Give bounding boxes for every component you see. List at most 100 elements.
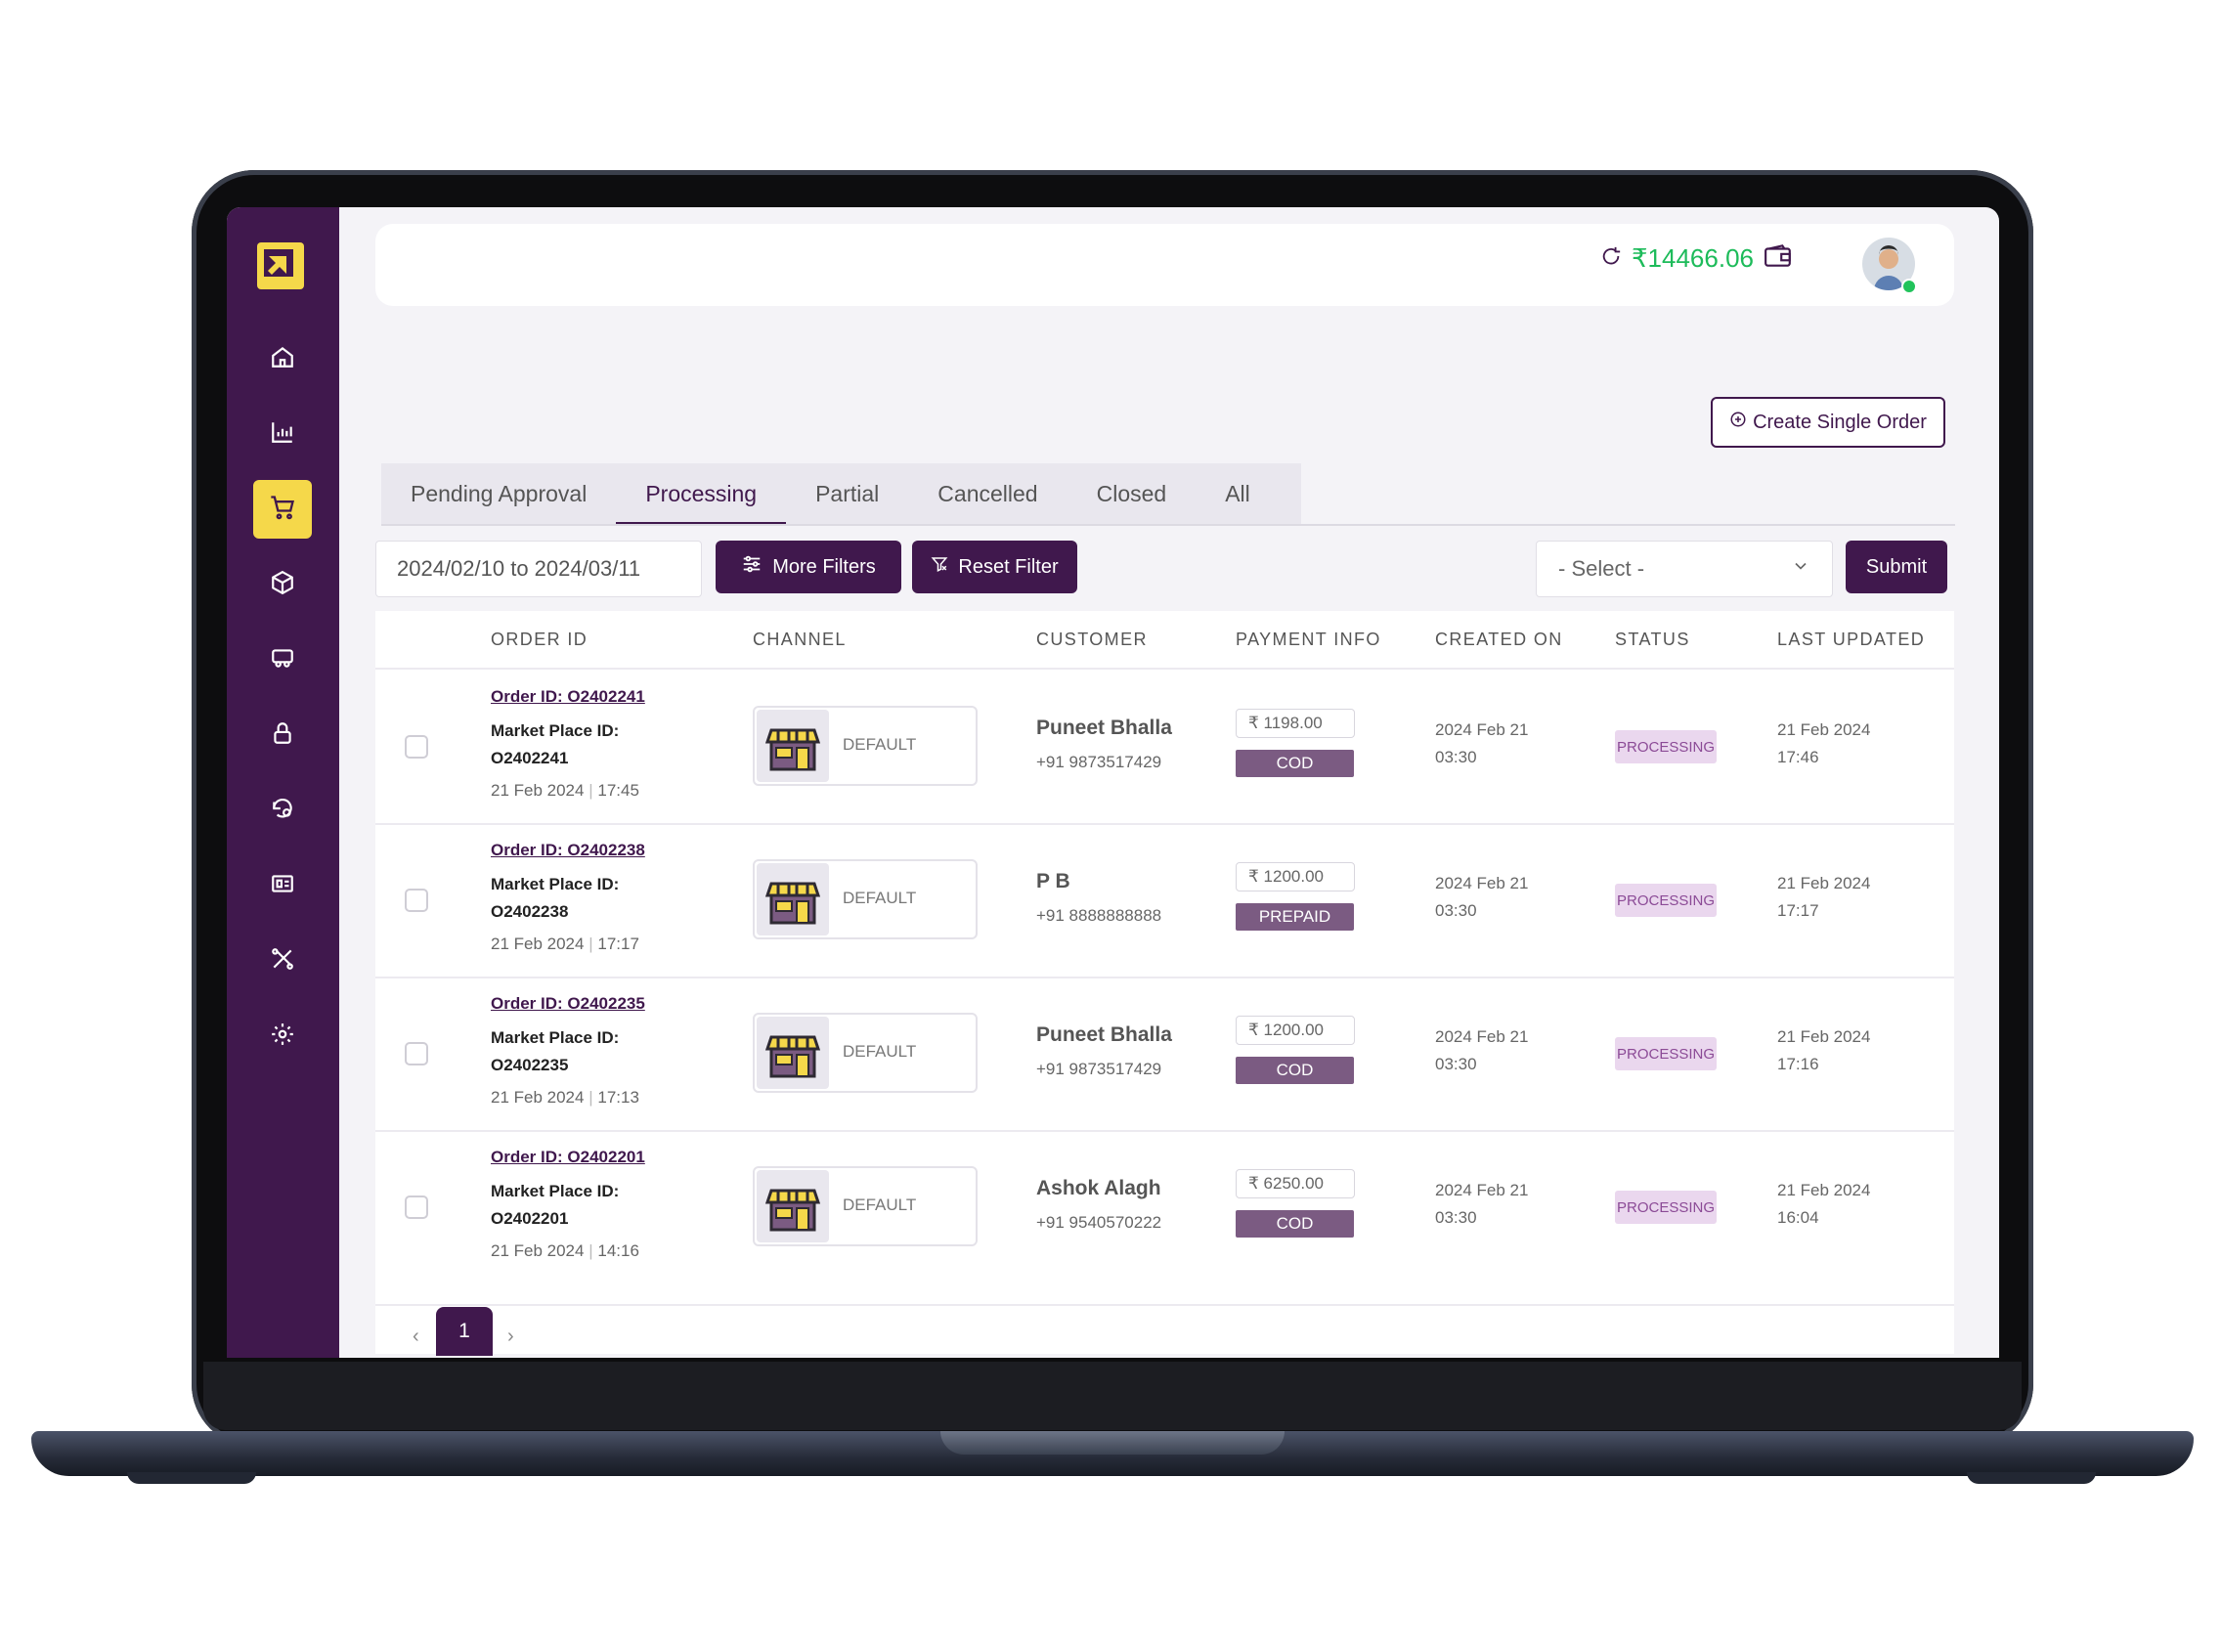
payment-mode-badge: COD [1236, 750, 1354, 777]
column-header-created-on: CREATED ON [1435, 629, 1563, 649]
created-on: 2024 Feb 21 03:30 [1435, 1027, 1529, 1073]
order-id-link[interactable]: Order ID: O2402238 [491, 841, 645, 860]
customer-phone: +91 9540570222 [1036, 1213, 1162, 1232]
channel-card: DEFAULT [753, 859, 978, 939]
channel-name: DEFAULT [843, 1042, 917, 1061]
lock-icon [270, 720, 295, 751]
tab-all[interactable]: All [1196, 463, 1280, 524]
customer-name: Puneet Bhalla [1036, 1023, 1172, 1046]
balance-amount: ₹14466.06 [1632, 243, 1754, 273]
row-checkbox[interactable] [405, 735, 428, 759]
channel-card: DEFAULT [753, 1166, 978, 1246]
sidebar-item-returns[interactable] [253, 781, 312, 840]
customer-phone: +91 8888888888 [1036, 906, 1162, 925]
column-header-customer: CUSTOMER [1036, 629, 1148, 649]
last-updated: 21 Feb 2024 17:16 [1777, 1027, 1871, 1073]
reset-filter-button[interactable]: Reset Filter [912, 541, 1077, 593]
sidebar-item-analytics[interactable] [253, 405, 312, 463]
table-row: Order ID: O2402238 Market Place ID: O240… [375, 823, 1954, 978]
order-amount: ₹ 6250.00 [1236, 1169, 1355, 1198]
status-badge: PROCESSING [1615, 1037, 1717, 1070]
box-icon [270, 570, 295, 600]
marketplace-label: Market Place ID: [491, 875, 620, 893]
column-header-order-id: ORDER ID [491, 629, 588, 649]
row-checkbox[interactable] [405, 889, 428, 912]
bar-chart-icon [270, 419, 295, 450]
row-checkbox[interactable] [405, 1042, 428, 1065]
column-header-status: STATUS [1615, 629, 1690, 649]
more-filters-label: More Filters [772, 555, 876, 578]
sidebar-item-security[interactable] [253, 706, 312, 764]
online-status-indicator [1901, 279, 1917, 294]
more-filters-button[interactable]: More Filters [716, 541, 901, 593]
wallet-icon[interactable] [1764, 243, 1793, 274]
order-datetime: 21 Feb 2024 | 17:45 [491, 781, 639, 800]
last-updated: 21 Feb 2024 16:04 [1777, 1181, 1871, 1227]
table-row: Order ID: O2402241 Market Place ID: O240… [375, 670, 1954, 825]
order-id-link[interactable]: Order ID: O2402235 [491, 994, 645, 1014]
marketplace-label: Market Place ID: [491, 721, 620, 740]
customer-phone: +91 9873517429 [1036, 1060, 1162, 1078]
tab-cancelled[interactable]: Cancelled [908, 463, 1067, 524]
order-amount: ₹ 1198.00 [1236, 709, 1355, 738]
payment-mode-badge: COD [1236, 1210, 1354, 1238]
order-datetime: 21 Feb 2024 | 17:17 [491, 935, 639, 953]
sidebar-item-shipments[interactable] [253, 630, 312, 689]
store-icon [757, 1017, 829, 1089]
cart-icon [269, 494, 296, 526]
channel-name: DEFAULT [843, 1196, 917, 1214]
tab-pending-approval[interactable]: Pending Approval [381, 463, 616, 524]
order-id-link[interactable]: Order ID: O2402241 [491, 687, 645, 707]
last-updated: 21 Feb 2024 17:46 [1777, 720, 1871, 766]
laptop-notch [940, 1431, 1285, 1455]
returns-icon [270, 796, 295, 826]
app-screen: ₹14466.06 Create Single Order Pending Ap… [227, 207, 1999, 1358]
brand-logo[interactable] [257, 242, 304, 289]
pagination-prev[interactable]: ‹ [413, 1326, 419, 1348]
reset-filter-label: Reset Filter [958, 555, 1059, 578]
pagination-page-current[interactable]: 1 [436, 1307, 493, 1356]
sidebar-item-orders[interactable] [253, 480, 312, 539]
settings-icon [270, 1022, 295, 1052]
column-header-last-updated: LAST UPDATED [1777, 629, 1926, 649]
sidebar-item-settings[interactable] [253, 1007, 312, 1065]
sidebar-item-tools[interactable] [253, 932, 312, 990]
marketplace-id: O2402238 [491, 902, 569, 921]
tab-processing[interactable]: Processing [616, 463, 786, 526]
order-amount: ₹ 1200.00 [1236, 862, 1355, 891]
clear-filter-icon [931, 555, 948, 579]
home-icon [270, 344, 295, 374]
row-checkbox[interactable] [405, 1196, 428, 1219]
sidebar-item-products[interactable] [253, 555, 312, 614]
status-badge: PROCESSING [1615, 884, 1717, 917]
order-id-link[interactable]: Order ID: O2402201 [491, 1148, 645, 1167]
store-icon [757, 1170, 829, 1242]
submit-button[interactable]: Submit [1846, 541, 1947, 593]
create-single-order-button[interactable]: Create Single Order [1711, 397, 1945, 448]
bulk-action-select[interactable]: - Select - [1536, 541, 1833, 597]
create-single-order-label: Create Single Order [1753, 411, 1927, 433]
created-on: 2024 Feb 21 03:30 [1435, 720, 1529, 766]
marketplace-label: Market Place ID: [491, 1028, 620, 1047]
marketplace-id: O2402201 [491, 1209, 569, 1228]
refresh-icon[interactable] [1600, 245, 1622, 272]
marketplace-label: Market Place ID: [491, 1182, 620, 1200]
status-badge: PROCESSING [1615, 1191, 1717, 1224]
marketplace-id: O2402241 [491, 749, 569, 767]
plus-circle-icon [1729, 411, 1747, 434]
laptop-foot [127, 1472, 256, 1484]
orders-table: ORDER ID CHANNEL CUSTOMER PAYMENT INFO C… [375, 611, 1954, 1356]
tools-icon [270, 946, 295, 977]
order-status-tabs: Pending Approval Processing Partial Canc… [381, 463, 1301, 526]
chevron-down-icon [1791, 556, 1810, 582]
sidebar-item-home[interactable] [253, 329, 312, 388]
tab-partial[interactable]: Partial [786, 463, 908, 524]
tabs-divider [381, 524, 1955, 526]
payment-mode-badge: PREPAID [1236, 903, 1354, 931]
sidebar-item-invoices[interactable] [253, 856, 312, 915]
select-value: - Select - [1558, 556, 1645, 581]
pagination-next[interactable]: › [507, 1326, 514, 1348]
date-range-input[interactable]: 2024/02/10 to 2024/03/11 [375, 541, 702, 597]
sliders-icon [741, 553, 762, 581]
tab-closed[interactable]: Closed [1067, 463, 1197, 524]
